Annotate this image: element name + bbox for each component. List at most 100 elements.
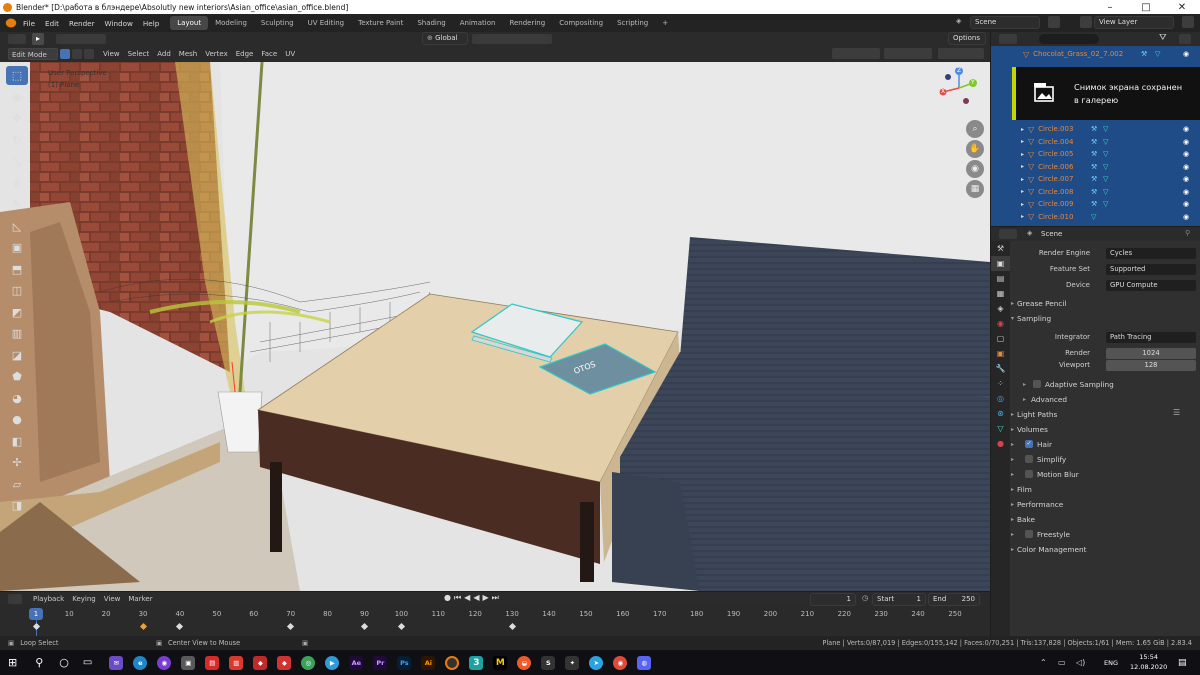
object-tab-icon[interactable]: ▣ xyxy=(991,346,1010,361)
edge-slide-icon[interactable]: ◧ xyxy=(6,432,28,451)
bevel-icon[interactable]: ◩ xyxy=(6,303,28,322)
playback-controls[interactable]: ●⏮◀◀▶⏭ xyxy=(444,593,502,603)
move-icon[interactable]: ✥ xyxy=(6,109,28,128)
view-layer-tab-icon[interactable]: ▦ xyxy=(991,286,1010,301)
select-mode-icon[interactable]: ▸ xyxy=(32,33,44,45)
constraints-tab-icon[interactable]: ⊛ xyxy=(991,406,1010,421)
cortana-icon[interactable]: ○ xyxy=(59,656,69,669)
properties-editor-type-icon[interactable] xyxy=(999,229,1017,239)
keyframe-marker[interactable] xyxy=(360,622,369,631)
eye-icon[interactable]: ◉ xyxy=(1183,213,1189,221)
eye-icon[interactable]: ◉ xyxy=(1183,163,1189,171)
keyframe-marker[interactable] xyxy=(139,622,147,631)
chrome-icon[interactable]: ◉ xyxy=(613,655,628,670)
transform-icon[interactable]: ⊛ xyxy=(6,174,28,193)
output-tab-icon[interactable]: ▤ xyxy=(991,271,1010,286)
new-view-layer-button[interactable] xyxy=(1182,16,1194,28)
data-tab-icon[interactable]: ▽ xyxy=(991,421,1010,436)
cursor-icon[interactable]: ⊕ xyxy=(6,88,28,107)
3d-viewport[interactable]: OTOS User Perspective (1) Plane Z Y X ⌕ … xyxy=(0,62,990,591)
language-indicator[interactable]: ENG xyxy=(1104,659,1118,667)
close-button[interactable]: ✕ xyxy=(1164,0,1200,14)
tray-chevron-icon[interactable]: ⌃ xyxy=(1040,658,1047,667)
maximize-button[interactable]: □ xyxy=(1128,0,1164,14)
tab-shading[interactable]: Shading xyxy=(410,16,452,30)
outliner-row[interactable]: ▸ ▽ Circle.003 ⚒ ▽ ◉ xyxy=(991,123,1200,135)
new-scene-button[interactable] xyxy=(1048,16,1060,28)
scene-tab-icon[interactable]: ◈ xyxy=(991,301,1010,316)
menu-help[interactable]: Help xyxy=(138,19,164,28)
after-effects-icon[interactable]: Ae xyxy=(349,655,364,670)
loop-cut-icon[interactable]: ▥ xyxy=(6,324,28,343)
minimize-button[interactable]: – xyxy=(1092,0,1128,14)
panel-freestyle[interactable]: Freestyle xyxy=(1037,530,1070,539)
rip-icon[interactable]: ◨ xyxy=(6,496,28,515)
start-frame-field[interactable]: Start 1 xyxy=(872,593,926,606)
viewport-menu-vertex[interactable]: Vertex xyxy=(202,48,231,60)
keyframe-marker[interactable] xyxy=(176,622,184,631)
viewport-menu-view[interactable]: View xyxy=(100,48,123,60)
zoom-icon[interactable]: ⌕ xyxy=(966,120,984,138)
viewport-menu-mesh[interactable]: Mesh xyxy=(176,48,200,60)
render-tab-icon[interactable]: ▣ xyxy=(991,256,1010,271)
world-tab-icon[interactable]: ◉ xyxy=(991,316,1010,331)
knife-icon[interactable]: ◪ xyxy=(6,346,28,365)
green-app-icon[interactable]: ◎ xyxy=(301,655,316,670)
camera-view-icon[interactable]: ◉ xyxy=(966,160,984,178)
edge-select-icon[interactable] xyxy=(72,49,82,59)
device-dropdown[interactable]: GPU Compute xyxy=(1106,280,1196,291)
menu-render[interactable]: Render xyxy=(64,19,100,28)
outliner-row[interactable]: ▸ ▽ Circle.004 ⚒ ▽ ◉ xyxy=(991,136,1200,148)
filter-icon[interactable]: ⛛ xyxy=(1159,33,1167,43)
physics-tab-icon[interactable]: ◎ xyxy=(991,391,1010,406)
render-samples-field[interactable]: 1024 xyxy=(1106,348,1196,359)
viewport-samples-field[interactable]: 128 xyxy=(1106,360,1196,371)
figma-icon[interactable]: ✦ xyxy=(565,655,580,670)
blender-menu-icon[interactable] xyxy=(5,18,17,28)
m-app-icon[interactable]: M xyxy=(493,655,508,670)
select-box-icon[interactable]: ⬚ xyxy=(6,66,28,85)
tab-scripting[interactable]: Scripting xyxy=(610,16,655,30)
material-tab-icon[interactable]: ● xyxy=(991,436,1010,451)
simplify-checkbox[interactable] xyxy=(1025,455,1033,463)
menu-window[interactable]: Window xyxy=(100,19,138,28)
collection-tab-icon[interactable]: ▢ xyxy=(991,331,1010,346)
tab-uv-editing[interactable]: UV Editing xyxy=(301,16,352,30)
windows-start-icon[interactable]: ⊞ xyxy=(8,656,17,669)
integrator-dropdown[interactable]: Path Tracing xyxy=(1106,332,1196,343)
outliner-row[interactable]: ▽ Chocolat_Grass_02_7.002 ⚒ ▽ ◉ xyxy=(991,48,1200,60)
snapping-proportional-group[interactable] xyxy=(472,34,552,44)
eye-icon[interactable]: ◉ xyxy=(1183,200,1189,208)
timeline-menu-keying[interactable]: Keying xyxy=(69,593,99,605)
panel-volumes[interactable]: Volumes xyxy=(1017,425,1048,434)
smooth-icon[interactable]: ● xyxy=(6,410,28,429)
s-app-icon[interactable]: S xyxy=(541,655,556,670)
motion-blur-checkbox[interactable] xyxy=(1025,470,1033,478)
viewport-menu-uv[interactable]: UV xyxy=(282,48,298,60)
panel-color-management[interactable]: Color Management xyxy=(1017,545,1086,554)
orange-app-icon[interactable]: ◒ xyxy=(517,655,532,670)
view-layer-selector[interactable]: View Layer xyxy=(1094,16,1174,29)
panel-bake[interactable]: Bake xyxy=(1017,515,1035,524)
timeline-menu-marker[interactable]: Marker xyxy=(125,593,155,605)
rotate-icon[interactable]: ↻ xyxy=(6,131,28,150)
clock-icon[interactable]: ◷ xyxy=(862,594,868,602)
ortho-grid-icon[interactable]: ▦ xyxy=(966,180,984,198)
face-select-icon[interactable] xyxy=(84,49,94,59)
panel-grease-pencil[interactable]: Grease Pencil xyxy=(1017,299,1066,308)
modifier-tab-icon[interactable]: 🔧 xyxy=(991,361,1010,376)
outliner-editor-type-icon[interactable] xyxy=(999,34,1017,44)
editor-type-icon[interactable] xyxy=(8,34,26,44)
pin-icon[interactable]: ⚲ xyxy=(1185,229,1190,237)
timeline-editor-type-icon[interactable] xyxy=(8,594,22,604)
outliner-search-input[interactable] xyxy=(1039,34,1099,44)
eye-icon[interactable]: ◉ xyxy=(1183,175,1189,183)
tab-sculpting[interactable]: Sculpting xyxy=(254,16,301,30)
vertex-select-icon[interactable] xyxy=(60,49,70,59)
mode-selector[interactable]: Edit Mode xyxy=(8,48,58,60)
red-app-2-icon[interactable]: ◆ xyxy=(277,655,292,670)
panel-performance[interactable]: Performance xyxy=(1017,500,1063,509)
feature-set-dropdown[interactable]: Supported xyxy=(1106,264,1196,275)
premiere-icon[interactable]: Pr xyxy=(373,655,388,670)
spin-icon[interactable]: ◕ xyxy=(6,389,28,408)
